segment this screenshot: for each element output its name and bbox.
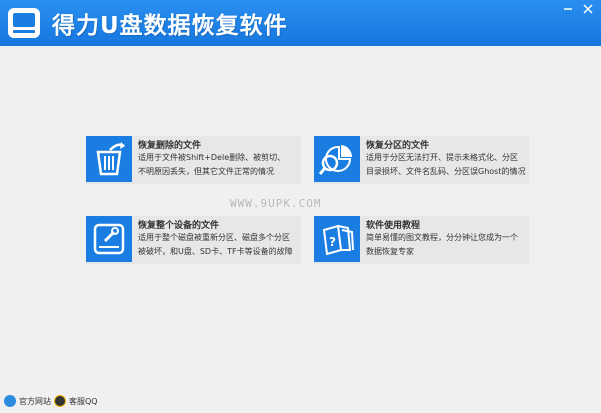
- card-title: 软件使用教程: [366, 221, 421, 231]
- card-title: 恢复分区的文件: [366, 141, 430, 151]
- minimize-button[interactable]: [561, 3, 575, 17]
- card-desc-line1: 适用于分区无法打开、提示未格式化、分区: [366, 153, 518, 162]
- app-title: 得力U盘数据恢复软件: [52, 13, 288, 39]
- disk-repair-icon: [86, 216, 132, 262]
- card-tutorial[interactable]: ? 软件使用教程 简单易懂的图文教程，分分钟让您成为一个 数据恢复专家: [314, 216, 529, 264]
- card-title: 恢复整个设备的文件: [138, 221, 220, 231]
- app-window: 得力U盘数据恢复软件 恢复删除的文件 适用于文件被Shift+Dele删除、被剪…: [0, 0, 601, 413]
- qq-support-link[interactable]: 客服QQ: [54, 395, 98, 407]
- website-link[interactable]: 官方网站: [4, 395, 51, 407]
- partition-search-icon: [314, 136, 360, 182]
- qq-penguin-icon: [54, 395, 66, 407]
- qq-label: 客服QQ: [69, 396, 98, 406]
- card-desc-line2: 数据恢复专家: [366, 247, 414, 256]
- ie-globe-icon: [4, 395, 16, 407]
- title-bar: 得力U盘数据恢复软件: [0, 0, 601, 46]
- close-button[interactable]: [581, 3, 595, 17]
- svg-text:?: ?: [329, 235, 336, 249]
- card-desc-line2: 目录损坏、文件名乱码、分区误Ghost的情况: [366, 167, 526, 176]
- card-desc-line1: 适用于文件被Shift+Dele删除、被剪切、: [138, 153, 286, 162]
- website-label: 官方网站: [19, 396, 51, 406]
- watermark: WWW.9UPK.COM: [230, 197, 322, 210]
- card-recover-partition[interactable]: 恢复分区的文件 适用于分区无法打开、提示未格式化、分区 目录损坏、文件名乱码、分…: [314, 136, 529, 184]
- footer: 官方网站 客服QQ: [0, 391, 601, 413]
- card-recover-deleted[interactable]: 恢复删除的文件 适用于文件被Shift+Dele删除、被剪切、 不明原因丢失，但…: [86, 136, 301, 184]
- card-title: 恢复删除的文件: [138, 141, 202, 151]
- card-desc-line1: 简单易懂的图文教程，分分钟让您成为一个: [366, 233, 518, 242]
- card-desc-line2: 不明原因丢失，但其它文件正常的情况: [138, 167, 274, 176]
- minimize-icon: [564, 8, 572, 10]
- card-recover-device[interactable]: 恢复整个设备的文件 适用于整个磁盘被重新分区、磁盘多个分区 被破坏，和U盘、SD…: [86, 216, 301, 264]
- card-desc-line2: 被破坏，和U盘、SD卡、TF卡等设备的故障: [138, 247, 293, 256]
- trash-restore-icon: [86, 136, 132, 182]
- card-desc-line1: 适用于整个磁盘被重新分区、磁盘多个分区: [138, 233, 290, 242]
- close-icon: [583, 4, 593, 14]
- tutorial-icon: ?: [314, 216, 360, 262]
- app-logo-icon: [8, 8, 40, 38]
